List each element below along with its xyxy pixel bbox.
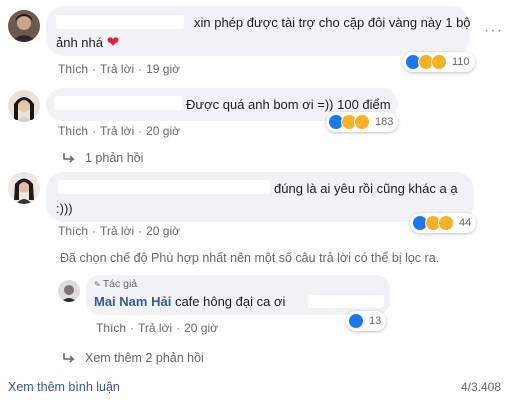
comment-actions: Thích · Trả lời · 19 giờ <box>58 62 180 76</box>
commenter-avatar[interactable] <box>8 172 40 204</box>
redacted-name <box>54 96 182 110</box>
reply-link[interactable]: Trả lời <box>100 62 134 76</box>
comment-bubble: đúng là ai yêu rồi cũng khác a ạ :))) <box>46 172 474 222</box>
reaction-count: 44 <box>459 217 472 229</box>
author-avatar[interactable] <box>58 280 80 302</box>
reaction-summary[interactable]: 44 <box>410 213 477 233</box>
care-icon <box>354 114 370 130</box>
comment-actions: Thích · Trả lời · 20 giờ <box>58 124 180 138</box>
view-replies-link[interactable]: 1 phản hồi <box>62 151 143 165</box>
comment-text: đúng là ai yêu rồi cũng khác a ạ <box>274 181 458 196</box>
reply-actions: Thích · Trả lời · 20 giờ <box>96 321 218 335</box>
reaction-summary[interactable]: 183 <box>326 112 399 132</box>
reply-link[interactable]: Trả lời <box>100 124 134 138</box>
reply-arrow-icon <box>63 353 75 363</box>
like-icon <box>348 313 364 329</box>
comment-text: xin phép được tài trợ cho cặp đôi vàng n… <box>194 15 471 30</box>
comment-bubble: xin phép được tài trợ cho cặp đôi vàng n… <box>46 6 471 56</box>
view-more-comments-link[interactable]: Xem thêm bình luận <box>8 380 120 394</box>
timestamp[interactable]: 20 giờ <box>184 321 218 335</box>
comment-text: Được quá anh bom ơi =)) 100 điểm <box>186 97 391 112</box>
redacted-name <box>308 295 384 308</box>
care-icon <box>431 54 447 70</box>
commenter-avatar[interactable] <box>8 10 40 42</box>
reply-link[interactable]: Trả lời <box>138 321 172 335</box>
reply-link[interactable]: Trả lời <box>100 224 134 238</box>
timestamp[interactable]: 19 giờ <box>146 62 180 76</box>
reply-text-line: Mai Nam Hải cafe hông đại ca ơi <box>94 293 285 310</box>
comment-actions: Thích · Trả lời · 20 giờ <box>58 224 180 238</box>
reaction-count: 183 <box>375 116 394 128</box>
reaction-summary[interactable]: 13 <box>346 311 387 331</box>
care-icon <box>438 215 454 231</box>
like-link[interactable]: Thích <box>96 321 126 335</box>
timestamp[interactable]: 20 giờ <box>146 124 180 138</box>
like-link[interactable]: Thích <box>58 224 88 238</box>
like-link[interactable]: Thích <box>58 62 88 76</box>
reply-text: cafe hông đại ca ơi <box>174 294 286 309</box>
reaction-count: 110 <box>452 56 470 68</box>
comment-count: 4/3.408 <box>460 380 501 394</box>
reaction-count: 13 <box>369 315 382 327</box>
like-link[interactable]: Thích <box>58 124 88 138</box>
comment-text-line2: ảnh nhá ❤ <box>56 34 120 51</box>
reply-arrow-icon <box>63 153 75 163</box>
reaction-summary[interactable]: 110 <box>403 52 475 72</box>
more-options-icon[interactable]: ··· <box>484 22 503 40</box>
redacted-name <box>56 15 184 29</box>
author-badge: ✎ Tác giả <box>94 278 138 290</box>
reply-bubble: ✎ Tác giả Mai Nam Hải cafe hông đại ca ơi <box>86 275 390 315</box>
timestamp[interactable]: 20 giờ <box>146 224 180 238</box>
commenter-avatar[interactable] <box>8 90 40 122</box>
view-more-replies-link[interactable]: Xem thêm 2 phản hồi <box>62 351 204 365</box>
comment-text-line2: :))) <box>56 201 73 216</box>
redacted-name <box>58 180 270 194</box>
heart-emoji: ❤ <box>106 34 120 51</box>
author-name[interactable]: Mai Nam Hải <box>94 294 171 309</box>
filter-notice: Đã chọn chế độ Phù hợp nhất nên một số c… <box>60 251 440 265</box>
